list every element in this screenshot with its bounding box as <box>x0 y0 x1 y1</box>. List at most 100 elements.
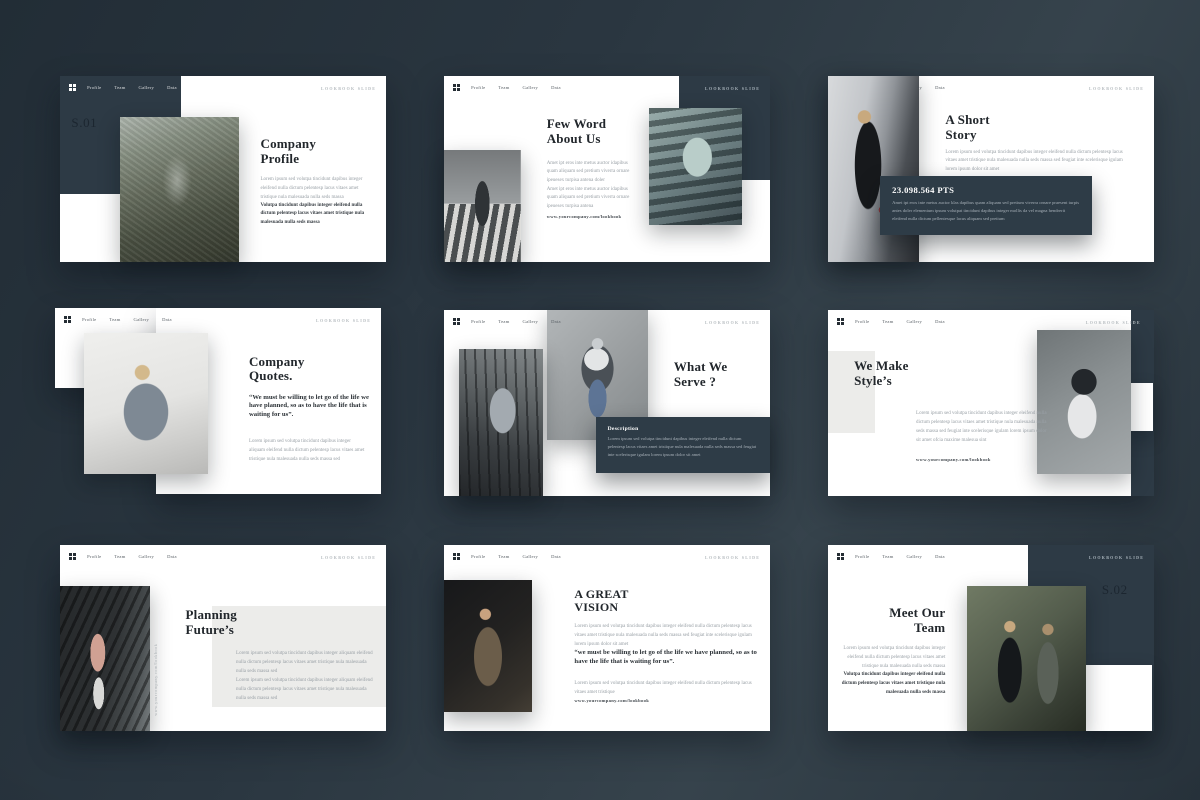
grid-logo-icon <box>453 318 460 325</box>
nav-item-team: Team <box>109 317 120 322</box>
photo-woman-crossing-street <box>444 150 521 262</box>
stats-box: 23.098.564 PTS Amet ipt eros inte metus … <box>880 176 1092 235</box>
lookbook-slides-preview-board: Profile Team Gallery Data LOOKBOOK SLIDE… <box>0 0 1200 800</box>
slide-meet-our-team: Profile Team Gallery Data LOOKBOOK SLIDE… <box>828 545 1154 731</box>
lookbook-wordmark: LOOKBOOK SLIDE <box>705 320 760 325</box>
nav-item-team: Team <box>114 85 125 90</box>
slide-nav: Profile Team Gallery Data <box>453 84 574 91</box>
nav-item-profile: Profile <box>87 85 101 90</box>
nav-item-data: Data <box>167 85 177 90</box>
nav-item-data: Data <box>162 317 172 322</box>
photo-person-on-bleachers <box>649 108 742 225</box>
body-paragraph: Lorem ipsum sed volutpa tincidunt dapibu… <box>236 650 373 676</box>
grid-logo-icon <box>453 84 460 91</box>
quote-text: “We must be willing to let go of the lif… <box>249 394 370 421</box>
slide-nav: Profile Team Gallery Data <box>69 553 190 560</box>
body-paragraph: Lorem ipsum sed volutpa tincidunt dapibu… <box>574 680 753 698</box>
nav-item-team: Team <box>882 554 893 559</box>
slide-company-quotes: Profile Team Gallery Data LOOKBOOK SLIDE… <box>55 308 381 494</box>
slide-title: A Short Story <box>945 113 989 142</box>
lookbook-wordmark: LOOKBOOK SLIDE <box>316 318 371 323</box>
slide-title: Meet Our Team <box>841 606 945 635</box>
nav-item-profile: Profile <box>855 319 869 324</box>
nav-item-profile: Profile <box>471 319 485 324</box>
lookbook-wordmark: LOOKBOOK SLIDE <box>705 86 760 91</box>
photo-woman-on-stairs <box>459 349 544 496</box>
lookbook-wordmark: LOOKBOOK SLIDE <box>321 86 376 91</box>
nav-item-data: Data <box>551 85 561 90</box>
body-paragraph: Lorem ipsum sed volutpa tincidunt dapibu… <box>236 677 373 703</box>
slide-title: What We Serve ? <box>674 360 728 389</box>
nav-item-profile: Profile <box>87 554 101 559</box>
body-paragraph: Lorem ipsum sed volutpa tincidunt dapibu… <box>945 149 1131 175</box>
description-label: Description <box>608 426 758 432</box>
slide-nav: Profile Team Gallery Data <box>453 553 574 560</box>
nav-item-gallery: Gallery <box>907 554 923 559</box>
grid-logo-icon <box>64 316 71 323</box>
nav-item-data: Data <box>935 85 945 90</box>
slide-title: A GREAT VISION <box>574 588 628 615</box>
nav-item-team: Team <box>498 554 509 559</box>
photo-two-women <box>967 586 1086 731</box>
slide-a-great-vision: Profile Team Gallery Data LOOKBOOK SLIDE… <box>444 545 770 731</box>
slide-nav: Profile Team Gallery Data <box>69 84 190 91</box>
body-paragraph: Lorem ipsum sed volutpa tincidunt dapibu… <box>574 623 753 649</box>
grid-logo-icon <box>453 553 460 560</box>
body-paragraph: Lorem ipsum sed volutpa tincidunt dapibu… <box>841 645 945 671</box>
body-paragraph-bold: Volutpa tincidunt dapibus integer eleife… <box>260 202 372 228</box>
nav-item-profile: Profile <box>82 317 96 322</box>
white-card <box>60 194 121 262</box>
body-paragraph: Lorem ipsum sed volutpa tincidunt dapibu… <box>260 176 372 202</box>
lookbook-wordmark: LOOKBOOK SLIDE <box>705 555 760 560</box>
nav-item-data: Data <box>935 319 945 324</box>
slide-title: We Make Style’s <box>854 359 908 388</box>
slide-nav: Profile Team Gallery Data <box>453 318 574 325</box>
nav-item-gallery: Gallery <box>523 554 539 559</box>
photo-woman-on-rocks <box>120 117 239 262</box>
stats-text: Amet ipt eros inte metus auctor klas dap… <box>892 199 1080 224</box>
nav-item-profile: Profile <box>471 554 485 559</box>
body-paragraph: Amet ipt eros inte metus auctor idapibus… <box>547 186 637 212</box>
stats-value: 23.098.564 PTS <box>892 185 1080 195</box>
lookbook-wordmark: LOOKBOOK SLIDE <box>1089 86 1144 91</box>
body-paragraph: Amet ipt eros inte metus auctor idapibus… <box>547 160 637 186</box>
lookbook-wordmark: LOOKBOOK SLIDE <box>1089 555 1144 560</box>
nav-item-data: Data <box>551 554 561 559</box>
lookbook-wordmark: LOOKBOOK SLIDE <box>321 555 376 560</box>
photo-man-pink-jacket <box>60 586 150 731</box>
grid-logo-icon <box>837 553 844 560</box>
nav-item-team: Team <box>498 319 509 324</box>
nav-item-data: Data <box>167 554 177 559</box>
lookbook-wordmark: LOOKBOOK SLIDE <box>1086 320 1141 325</box>
body-paragraph-bold: Volutpa tincidunt dapibus integer eleife… <box>841 671 945 697</box>
section-marker: S.02 <box>1102 582 1128 598</box>
nav-item-profile: Profile <box>855 554 869 559</box>
slide-nav: Profile Team Gallery Data <box>837 318 958 325</box>
description-box: Description Lorem ipsum sed volutpa tinc… <box>596 417 770 473</box>
photo-woman-crouching <box>1037 330 1132 473</box>
body-paragraph: Lorem ipsum sed volutpa tincidunt dapibu… <box>916 410 1050 445</box>
slide-title: Few Word About Us <box>547 117 607 146</box>
slide-nav: Profile Team Gallery Data <box>837 553 958 560</box>
slide-what-we-serve: Profile Team Gallery Data LOOKBOOK SLIDE… <box>444 310 770 496</box>
nav-item-team: Team <box>114 554 125 559</box>
slide-few-word-about-us: Profile Team Gallery Data LOOKBOOK SLIDE… <box>444 76 770 262</box>
slide-title: Planning Future’s <box>186 608 237 637</box>
photo-woman-on-floor <box>84 333 208 474</box>
white-card <box>1086 665 1153 731</box>
quote-text: “we must be willing to let go of the lif… <box>574 649 760 667</box>
description-text: Lorem ipsum sed volutpa tincidunt dapibu… <box>608 435 758 460</box>
nav-item-data: Data <box>935 554 945 559</box>
nav-item-gallery: Gallery <box>134 317 150 322</box>
nav-item-team: Team <box>882 319 893 324</box>
website-link: www.yourcompany.com/lookbook <box>547 214 622 219</box>
grid-logo-icon <box>69 553 76 560</box>
slide-we-make-styles: Profile Team Gallery Data LOOKBOOK SLIDE… <box>828 310 1154 496</box>
slide-title: Company Quotes. <box>249 355 305 384</box>
nav-item-data: Data <box>551 319 561 324</box>
nav-item-gallery: Gallery <box>139 554 155 559</box>
nav-item-profile: Profile <box>471 85 485 90</box>
white-card <box>1128 383 1153 431</box>
body-paragraph: Lorem ipsum sed volutpa tincidunt dapibu… <box>249 438 366 464</box>
vertical-caption: www.yourcompany.com/lookbook <box>153 619 158 716</box>
